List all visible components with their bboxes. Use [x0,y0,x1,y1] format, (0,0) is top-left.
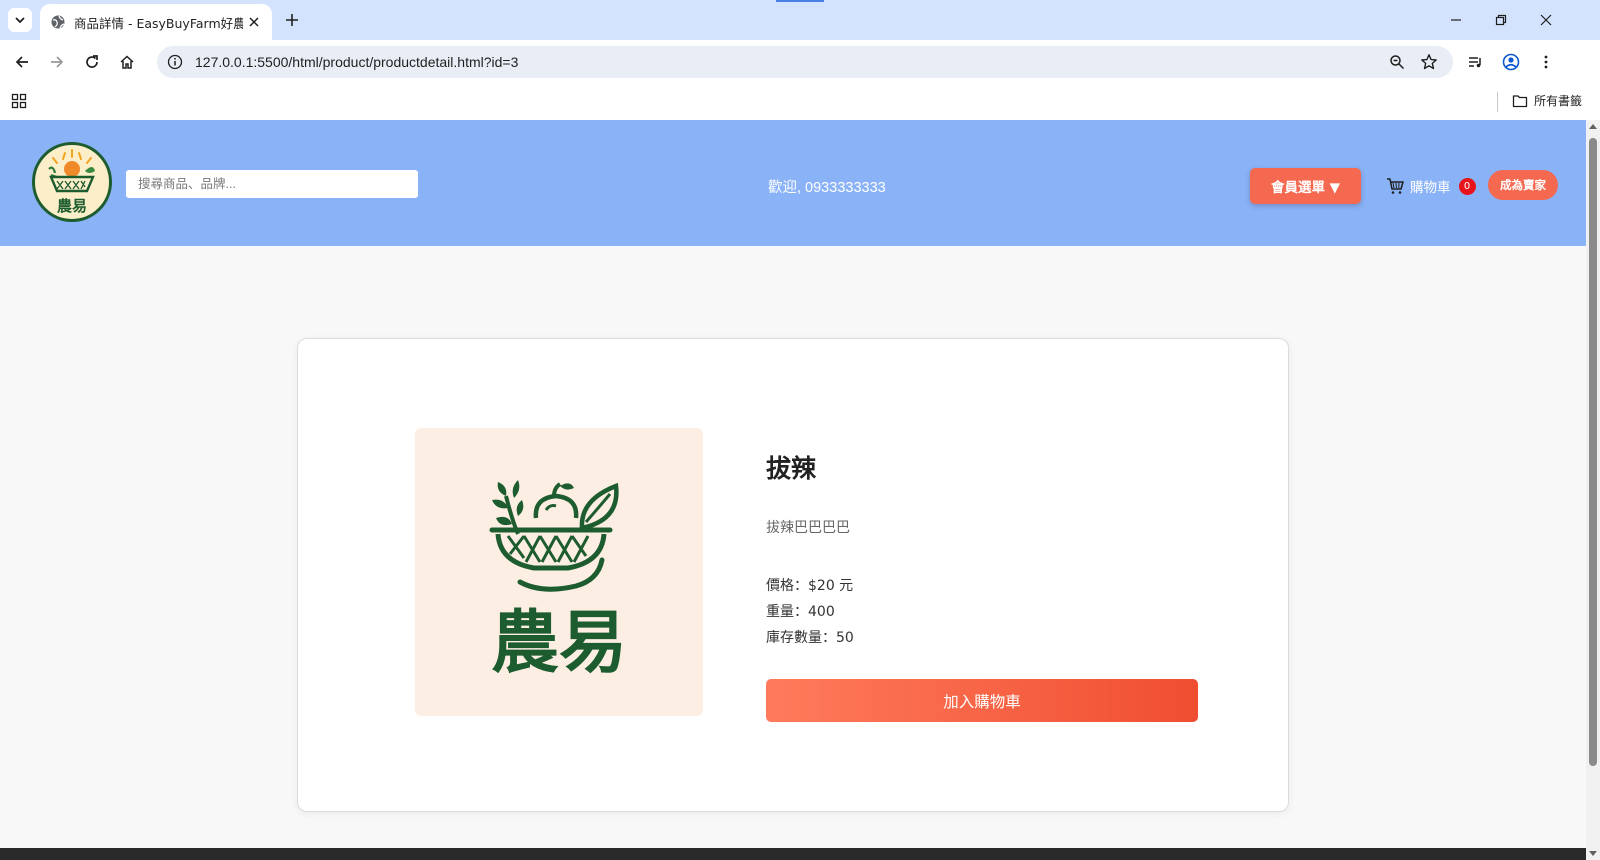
product-name: 拔辣 [766,454,817,483]
all-bookmarks-label: 所有書籤 [1534,94,1583,108]
url-text: 127.0.0.1:5500/html/product/productdetai… [195,54,519,70]
shopping-cart-icon [1386,177,1404,195]
tab-search-button[interactable] [8,8,32,32]
member-menu-button[interactable]: 會員選單 ▼ [1250,168,1361,204]
scroll-up-arrow-icon[interactable] [1589,124,1597,129]
site-logo[interactable]: 農易 [32,142,112,222]
add-to-cart-button[interactable]: 加入購物車 [766,679,1198,722]
logo-text: 農易 [57,197,87,215]
address-bar[interactable]: 127.0.0.1:5500/html/product/productdetai… [157,46,1453,78]
scrollbar-thumb[interactable] [1589,138,1597,766]
browser-toolbar: 127.0.0.1:5500/html/product/productdetai… [0,40,1600,84]
minimize-icon[interactable] [1446,10,1466,30]
product-detail-card: 農易 拔辣 拔辣巴巴巴巴 價格：$20 元 重量：400 庫存數量：50 加入購… [297,338,1289,812]
zoom-icon[interactable] [1387,52,1407,72]
welcome-message: 歡迎, 0933333333 [768,180,886,196]
farm-basket-logo-icon: 農易 [48,149,95,215]
browser-tab-active[interactable]: 商品詳情 - EasyBuyFarm好農易 [40,4,272,40]
search-input[interactable] [126,170,418,198]
product-stock: 庫存數量：50 [766,630,854,646]
globe-icon [50,14,66,30]
scroll-down-arrow-icon[interactable] [1589,851,1597,856]
bookmark-star-icon[interactable] [1419,52,1439,72]
chevron-down-icon [15,17,25,24]
new-tab-plus-icon[interactable] [282,10,302,30]
product-image-logo-text: 農易 [491,604,627,674]
site-header: 農易 歡迎, 0933333333 會員選單 ▼ 購物車 0 成為賣家 [0,120,1586,246]
folder-icon [1512,94,1528,107]
product-image: 農易 [415,428,703,716]
reload-icon[interactable] [80,50,104,74]
bookmarks-divider [1497,92,1498,112]
browser-menu-icon[interactable] [1534,50,1558,74]
close-tab-icon[interactable] [247,14,262,30]
forward-arrow-icon[interactable] [45,50,69,74]
tab-strip-indicator [776,0,824,2]
media-controls-icon[interactable] [1463,50,1487,74]
apps-grid-icon[interactable] [11,93,29,111]
farm-logo-product-icon: 農易 [489,480,627,674]
page-scrollbar[interactable] [1586,120,1600,860]
bookmarks-bar: 所有書籤 [0,84,1600,120]
cart-label: 購物車 [1410,180,1451,196]
profile-avatar-icon[interactable] [1499,50,1523,74]
cart-count-badge: 0 [1458,177,1476,195]
page-viewport: 農易 歡迎, 0933333333 會員選單 ▼ 購物車 0 成為賣家 [0,120,1586,860]
home-icon[interactable] [115,50,139,74]
browser-tab-strip: 商品詳情 - EasyBuyFarm好農易 [0,0,1600,40]
cart-link[interactable]: 購物車 0 [1386,176,1476,196]
become-seller-button[interactable]: 成為賣家 [1488,170,1558,200]
site-info-icon[interactable] [165,52,185,72]
back-arrow-icon[interactable] [10,50,34,74]
close-window-icon[interactable] [1536,10,1556,30]
all-bookmarks-button[interactable]: 所有書籤 [1512,92,1582,109]
product-description: 拔辣巴巴巴巴 [766,520,850,536]
product-info: 價格：$20 元 重量：400 庫存數量：50 [766,573,854,651]
restore-window-icon[interactable] [1491,10,1511,30]
tab-title: 商品詳情 - EasyBuyFarm好農易 [74,15,243,31]
product-weight: 重量：400 [766,604,835,620]
product-price: 價格：$20 元 [766,578,854,594]
site-footer [0,848,1586,860]
